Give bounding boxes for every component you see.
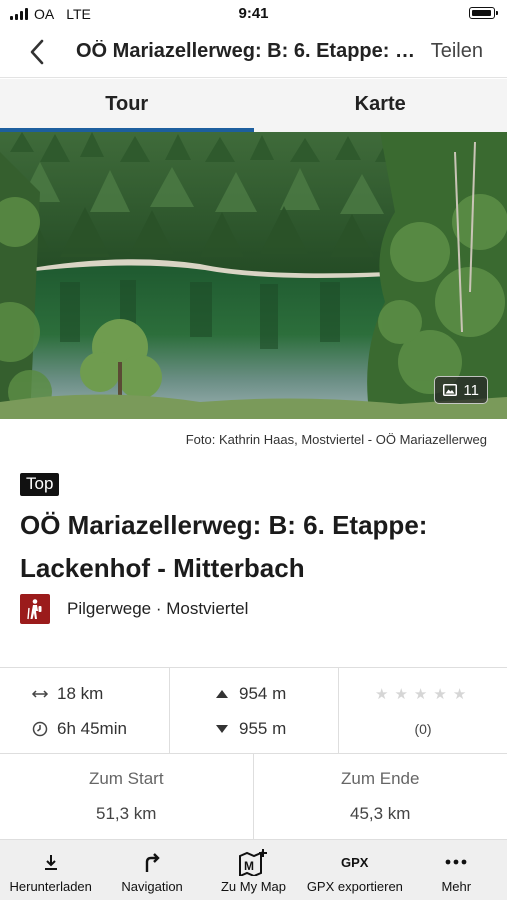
gpx-icon: GPX [304, 849, 405, 875]
star-icon: ★ [375, 686, 389, 703]
add-to-my-map-button[interactable]: M Zu My Map [203, 840, 304, 900]
download-icon [0, 849, 101, 875]
star-icon: ★ [433, 686, 447, 703]
chevron-left-icon [30, 39, 44, 65]
navigation-button[interactable]: Navigation [101, 840, 202, 900]
tour-photo[interactable]: 11 [0, 132, 507, 419]
my-map-label: Zu My Map [220, 879, 286, 894]
descent-stat: 955 m [213, 719, 286, 739]
tour-stats: 18 km 6h 45min 954 m 955 m ★ ★ ★ ★ ★ (0) [0, 667, 507, 754]
more-label: Mehr [441, 879, 472, 894]
more-dots-icon [406, 849, 507, 875]
tour-title: OÖ Mariazellerweg: B: 6. Etappe: Lackenh… [20, 510, 428, 583]
download-button[interactable]: Herunterladen [0, 840, 101, 900]
gpx-export-label: GPX exportieren [306, 879, 403, 894]
status-time: 9:41 [238, 5, 269, 22]
nav-header: OÖ Mariazellerweg: B: 6. Etappe: Lackenh… [0, 26, 507, 78]
photo-count-button[interactable]: 11 [434, 376, 488, 404]
to-end-value: 45,3 km [350, 804, 411, 823]
turn-right-arrow-icon [101, 849, 202, 875]
rating-count: (0) [414, 721, 432, 737]
svg-text:M: M [244, 859, 254, 873]
header-title: OÖ Mariazellerweg: B: 6. Etappe: Lackenh… [76, 40, 416, 62]
ascent-value: 954 m [239, 684, 287, 703]
duration-value: 6h 45min [57, 719, 127, 738]
rating-stars: ★ ★ ★ ★ ★ [375, 685, 466, 703]
star-icon: ★ [452, 686, 467, 703]
map-add-icon: M [203, 849, 304, 876]
duration-stat: 6h 45min [31, 719, 127, 739]
clock-icon [31, 721, 49, 737]
category-label: Pilgerwege · Mostviertel [67, 599, 249, 618]
lake-forest-image [0, 132, 507, 419]
to-start-label: Zum Start [88, 769, 164, 788]
star-icon: ★ [413, 686, 428, 703]
distance-value: 18 km [57, 684, 104, 703]
to-end[interactable]: Zum Ende 45,3 km [254, 754, 507, 839]
photo-count: 11 [463, 381, 479, 399]
stats-elevation: 954 m 955 m [170, 668, 339, 753]
tour-category[interactable]: Pilgerwege · Mostviertel [20, 594, 248, 624]
ascent-stat: 954 m [213, 684, 286, 704]
top-badge: Top [20, 473, 60, 496]
distance-to-points: Zum Start 51,3 km Zum Ende 45,3 km [0, 754, 507, 840]
stats-distance-time: 18 km 6h 45min [0, 668, 170, 753]
back-button[interactable] [22, 36, 56, 68]
star-icon: ★ [394, 686, 408, 703]
more-button[interactable]: Mehr [406, 840, 507, 900]
image-gallery-icon [443, 384, 458, 396]
share-button[interactable]: Teilen [431, 40, 483, 63]
distance-arrows-icon [31, 689, 49, 699]
to-end-label: Zum Ende [341, 769, 420, 788]
to-start[interactable]: Zum Start 51,3 km [0, 754, 254, 839]
ascent-triangle-icon [213, 690, 231, 698]
descent-triangle-icon [213, 725, 231, 733]
bottom-toolbar: Herunterladen Navigation M Zu My Map GPX… [0, 840, 507, 900]
status-bar: OA LTE 9:41 [0, 0, 507, 26]
tab-karte[interactable]: Karte [254, 79, 507, 132]
tab-tour[interactable]: Tour [0, 79, 254, 132]
download-label: Herunterladen [9, 879, 92, 894]
stats-rating[interactable]: ★ ★ ★ ★ ★ (0) [339, 668, 507, 753]
gpx-export-button[interactable]: GPX GPX exportieren [304, 840, 405, 900]
hiker-icon [20, 594, 50, 624]
svg-text:GPX: GPX [341, 855, 369, 870]
photo-credit: Foto: Kathrin Haas, Mostviertel - OÖ Mar… [185, 432, 487, 447]
navigation-label: Navigation [121, 879, 183, 894]
tab-bar: Tour Karte [0, 79, 507, 132]
descent-value: 955 m [239, 719, 287, 738]
distance-stat: 18 km [31, 684, 103, 704]
to-start-value: 51,3 km [96, 804, 157, 823]
battery-icon [469, 7, 498, 19]
